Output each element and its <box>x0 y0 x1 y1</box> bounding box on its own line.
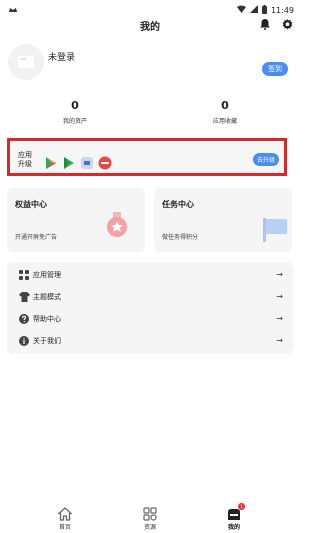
arrow-right-icon: → <box>276 292 283 301</box>
arrow-right-icon: → <box>276 314 283 323</box>
gear-icon[interactable] <box>280 17 294 31</box>
avatar[interactable] <box>8 44 44 80</box>
stat-value: 0 <box>71 99 79 112</box>
title-bar: 我的 <box>0 14 300 36</box>
card-title: 权益中心 <box>15 200 47 209</box>
play-store-icon <box>62 155 76 169</box>
card-title: 任务中心 <box>162 200 194 209</box>
benefits-center-card[interactable]: 权益中心 开通开屏免广告 <box>7 188 145 252</box>
resources-icon <box>143 506 157 521</box>
bell-icon[interactable] <box>258 17 272 31</box>
settings-menu: 应用管理 → 主题模式 → 帮助中心 → 关于我们 → <box>7 262 293 354</box>
nav-profile[interactable]: 1 我的 <box>209 503 259 531</box>
menu-label: 帮助中心 <box>33 315 61 323</box>
home-icon <box>57 506 73 521</box>
menu-item-about-us[interactable]: 关于我们 → <box>7 330 293 352</box>
menu-label: 应用管理 <box>33 271 61 279</box>
upgrade-button[interactable]: 去升级 <box>253 153 279 166</box>
nav-label: 我的 <box>227 524 240 531</box>
nav-home[interactable]: 首页 <box>40 506 90 531</box>
notification-badge: 1 <box>238 503 245 510</box>
stats-row: 0 我的资产 0 应用收藏 <box>0 100 300 130</box>
checkin-button[interactable]: 签到 <box>262 62 288 76</box>
menu-item-help-center[interactable]: 帮助中心 → <box>7 308 293 330</box>
info-icon <box>18 335 30 347</box>
google-play-icon <box>44 155 58 169</box>
profile-icon: 1 <box>227 503 245 520</box>
stat-favorites[interactable]: 0 应用收藏 <box>185 99 265 126</box>
stat-assets[interactable]: 0 我的资产 <box>35 99 115 126</box>
app-icon <box>80 155 94 169</box>
card-subtitle: 做任务得积分 <box>162 234 199 241</box>
page-title: 我的 <box>140 22 160 33</box>
nav-resources[interactable]: 资源 <box>125 506 175 531</box>
arrow-right-icon: → <box>276 336 283 345</box>
nav-label: 资源 <box>143 524 156 531</box>
task-center-card[interactable]: 任务中心 做任务得积分 <box>154 188 292 252</box>
flag-icon <box>262 218 288 246</box>
username[interactable]: 未登录 <box>48 50 75 63</box>
stat-label: 应用收藏 <box>212 118 237 125</box>
card-subtitle: 开通开屏免广告 <box>15 234 58 241</box>
profile-section[interactable]: 未登录 签到 <box>8 44 292 88</box>
red-app-icon <box>98 155 112 170</box>
shirt-icon <box>18 291 30 303</box>
help-icon <box>18 313 30 325</box>
app-upgrade-banner[interactable]: 应用升级 去升级 <box>7 138 287 176</box>
apps-grid-icon <box>18 269 30 281</box>
nav-label: 首页 <box>58 524 71 531</box>
menu-item-app-management[interactable]: 应用管理 → <box>7 264 293 286</box>
menu-label: 主题模式 <box>33 293 61 301</box>
menu-label: 关于我们 <box>33 337 61 345</box>
bottom-nav: 首页 资源 1 我的 <box>0 500 300 533</box>
medal-icon <box>105 212 129 242</box>
arrow-right-icon: → <box>276 270 283 279</box>
stat-value: 0 <box>221 99 229 112</box>
upgrade-label: 应用升级 <box>18 151 32 168</box>
stat-label: 我的资产 <box>62 118 87 125</box>
upgrade-app-icons <box>44 155 112 170</box>
menu-item-theme-mode[interactable]: 主题模式 → <box>7 286 293 308</box>
